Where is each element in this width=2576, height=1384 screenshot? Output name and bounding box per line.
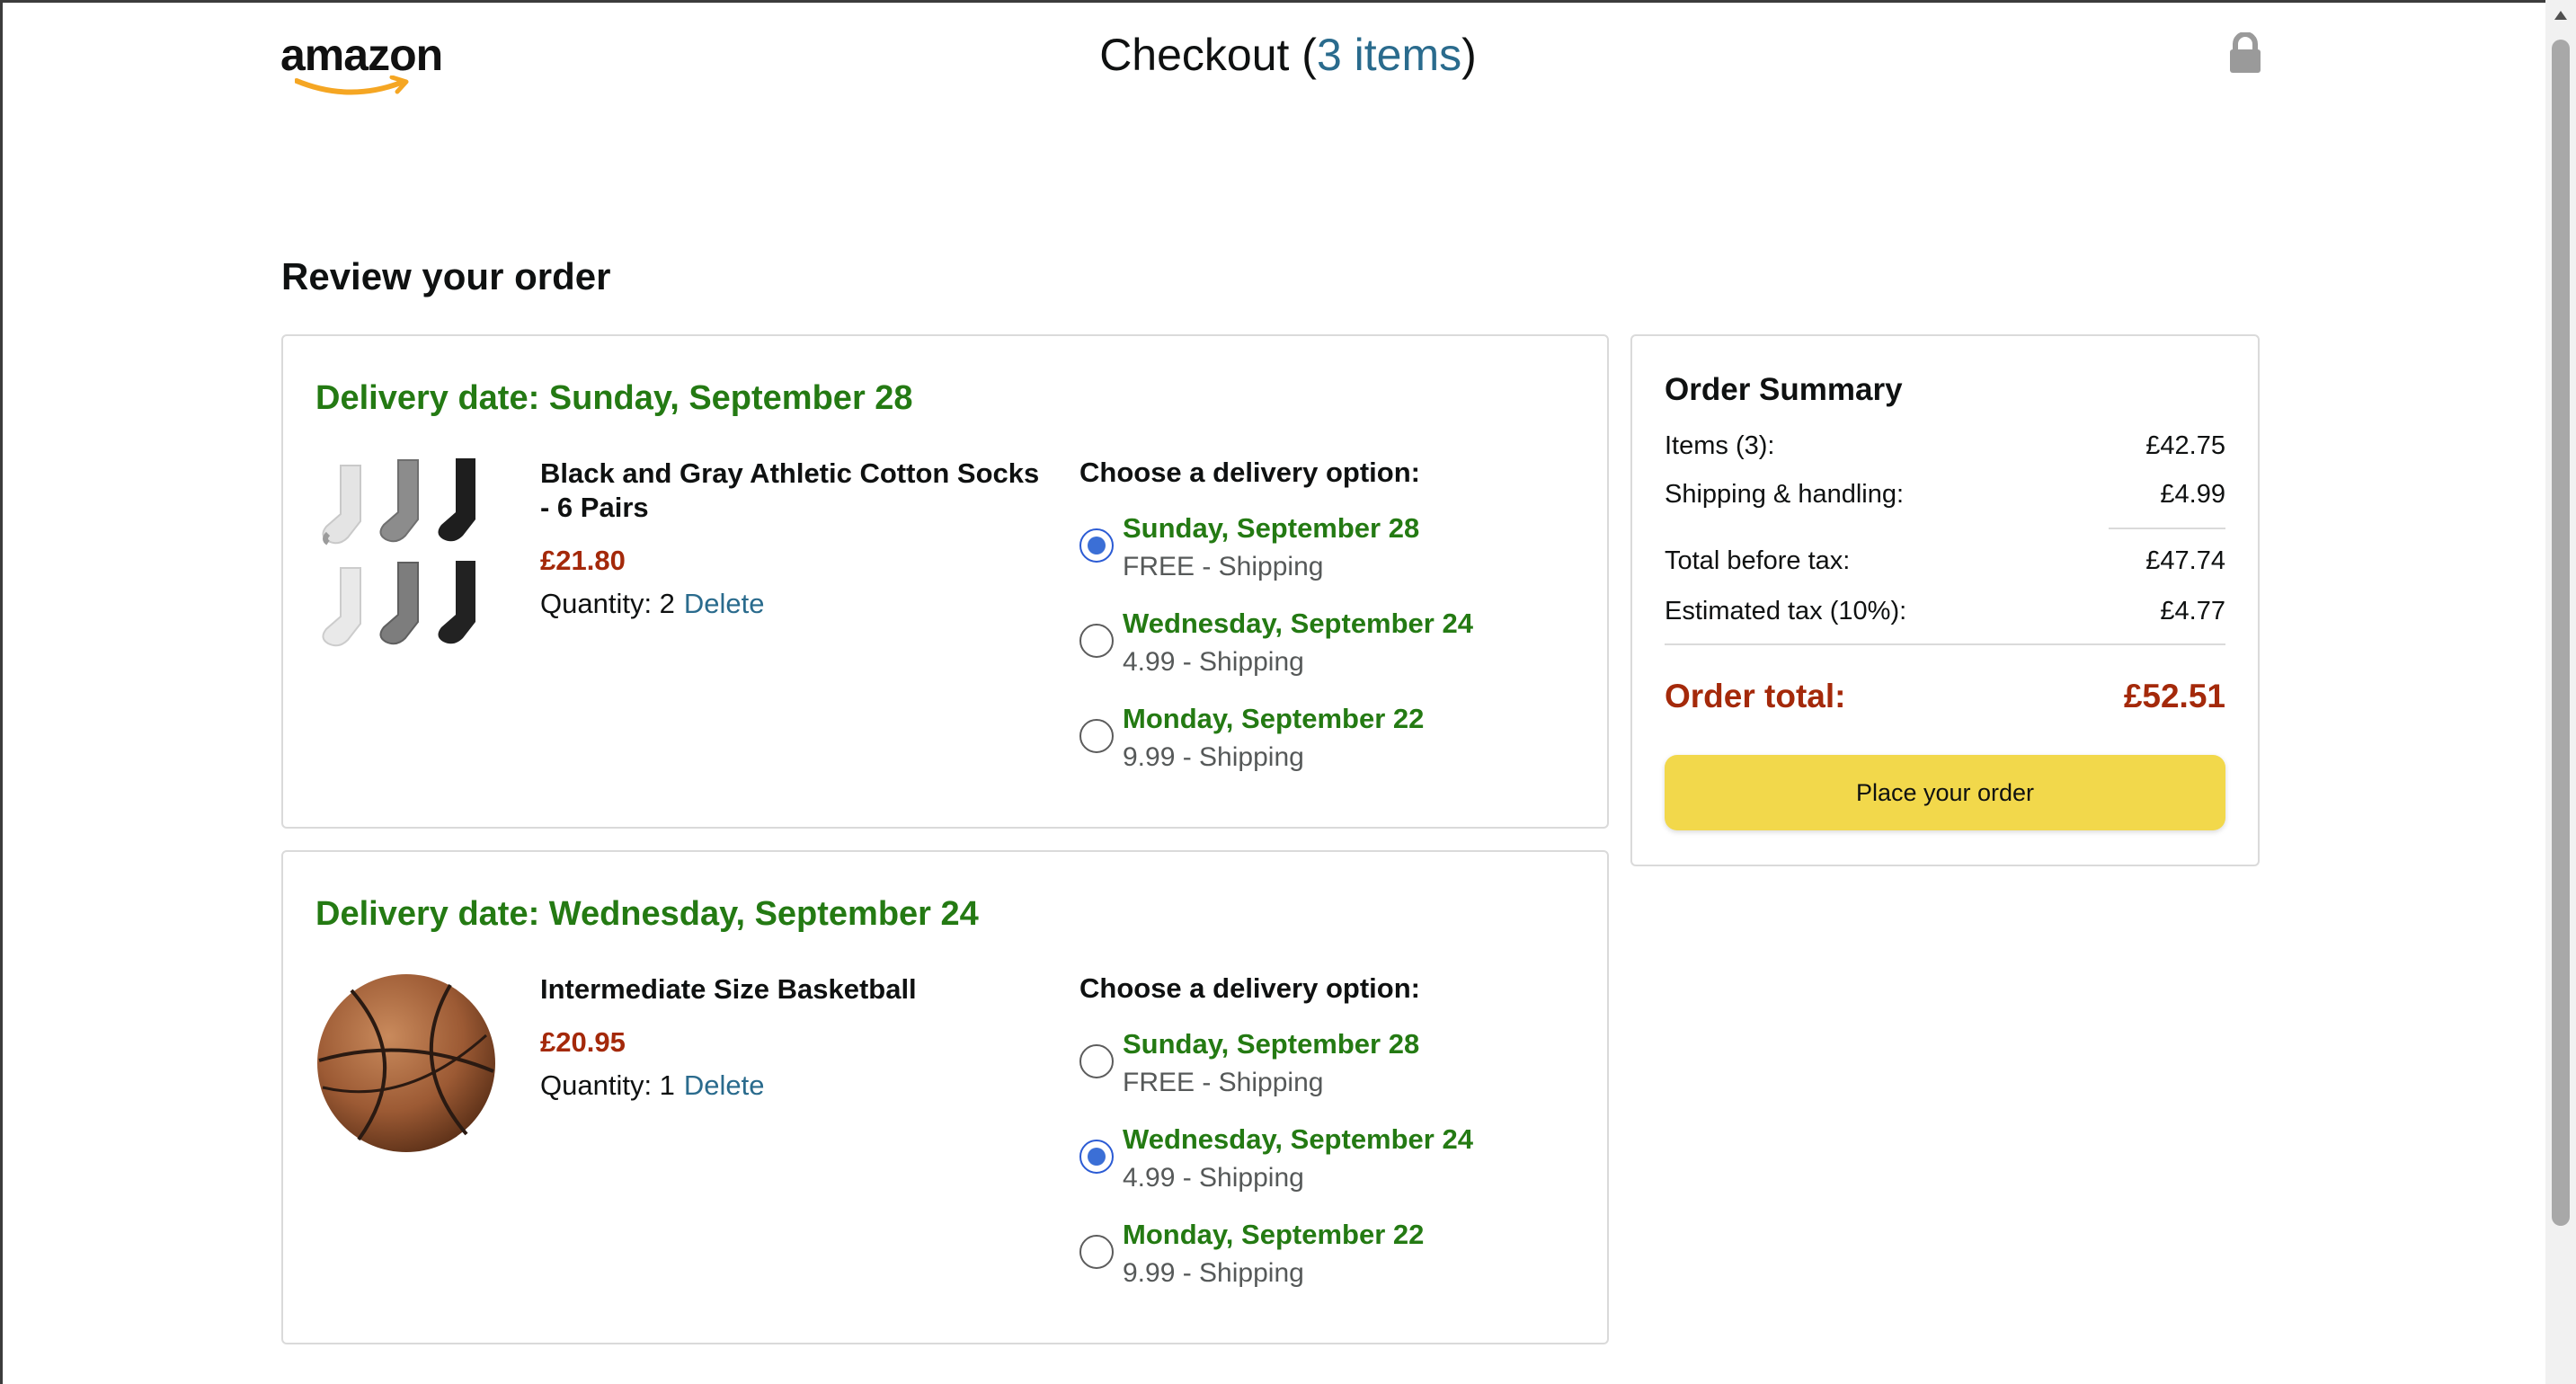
delivery-option-date: Sunday, September 28 [1123, 512, 1420, 544]
checkout-title: Checkout (3 items) [0, 29, 2576, 81]
summary-shipping-label: Shipping & handling: [1665, 480, 1905, 509]
delivery-option-shipping: FREE - Shipping [1123, 1068, 1324, 1097]
summary-divider [2109, 528, 2225, 529]
delivery-option[interactable]: Wednesday, September 24 4.99 - Shipping [1079, 608, 1529, 688]
radio-button[interactable] [1079, 1235, 1114, 1269]
product-price: £21.80 [540, 545, 626, 576]
items-count-link[interactable]: 3 items [1317, 30, 1461, 80]
summary-tax-value: £4.77 [2160, 597, 2225, 625]
delivery-option[interactable]: Sunday, September 28 FREE - Shipping [1079, 512, 1529, 593]
summary-row-before-tax: Total before tax: £47.74 [1665, 546, 2225, 576]
summary-row-items: Items (3): £42.75 [1665, 431, 2225, 461]
radio-button[interactable] [1079, 719, 1114, 753]
product-quantity: Quantity: 1 [540, 1069, 675, 1101]
summary-row-shipping: Shipping & handling: £4.99 [1665, 480, 2225, 510]
delivery-option-date: Sunday, September 28 [1123, 1028, 1420, 1060]
delivery-option-date: Wednesday, September 24 [1123, 608, 1473, 639]
lock-icon [2230, 32, 2261, 73]
summary-before-tax-label: Total before tax: [1665, 546, 1851, 575]
delete-link[interactable]: Delete [684, 1069, 765, 1101]
product-price: £20.95 [540, 1026, 626, 1058]
scroll-up-arrow-icon[interactable] [2554, 11, 2567, 20]
radio-button-selected[interactable] [1079, 528, 1114, 563]
summary-items-value: £42.75 [2145, 431, 2225, 460]
checkout-prefix: Checkout ( [1099, 30, 1317, 80]
product-name: Intermediate Size Basketball [540, 973, 917, 1005]
product-quantity-row: Quantity: 1 Delete [540, 1069, 765, 1102]
radio-button-selected[interactable] [1079, 1140, 1114, 1174]
delivery-option-shipping: FREE - Shipping [1123, 552, 1324, 581]
window-frame-left [0, 0, 3, 1384]
delivery-option[interactable]: Wednesday, September 24 4.99 - Shipping [1079, 1123, 1529, 1204]
basketball-image[interactable] [315, 972, 501, 1177]
summary-shipping-value: £4.99 [2160, 480, 2225, 509]
delivery-option[interactable]: Monday, September 22 9.99 - Shipping [1079, 1219, 1529, 1300]
delivery-date: Delivery date: Sunday, September 28 [315, 379, 913, 417]
place-order-button[interactable]: Place your order [1665, 755, 2225, 830]
order-summary-title: Order Summary [1665, 372, 1903, 407]
radio-button[interactable] [1079, 1044, 1114, 1078]
delivery-option-heading: Choose a delivery option: [1079, 457, 1420, 488]
delivery-option-date: Monday, September 22 [1123, 1219, 1425, 1250]
summary-tax-label: Estimated tax (10%): [1665, 597, 1907, 625]
checkout-suffix: ) [1461, 30, 1477, 80]
order-item-card-basketball: Delivery date: Wednesday, September 24 I… [281, 850, 1609, 1344]
summary-divider [1665, 643, 2225, 645]
summary-items-label: Items (3): [1665, 431, 1775, 460]
delivery-option-shipping: 9.99 - Shipping [1123, 742, 1304, 772]
delivery-option-shipping: 4.99 - Shipping [1123, 1163, 1304, 1193]
product-name: Black and Gray Athletic Cotton Socks - 6… [540, 457, 1040, 523]
order-total-row: Order total: £52.51 [1665, 678, 2225, 715]
order-summary-card: Order Summary Items (3): £42.75 Shipping… [1630, 334, 2260, 866]
review-order-heading: Review your order [281, 255, 611, 297]
window-frame-top [0, 0, 2576, 3]
socks-image[interactable] [315, 457, 501, 661]
delivery-option-date: Monday, September 22 [1123, 703, 1425, 734]
product-quantity-row: Quantity: 2 Delete [540, 588, 765, 620]
delivery-date: Delivery date: Wednesday, September 24 [315, 895, 979, 933]
summary-row-tax: Estimated tax (10%): £4.77 [1665, 597, 2225, 626]
order-total-value: £52.51 [2123, 678, 2225, 714]
product-quantity: Quantity: 2 [540, 588, 675, 619]
radio-button[interactable] [1079, 624, 1114, 658]
order-item-card-socks: Delivery date: Sunday, September 28 Blac… [281, 334, 1609, 829]
delete-link[interactable]: Delete [684, 588, 765, 619]
delivery-option-heading: Choose a delivery option: [1079, 972, 1420, 1004]
summary-before-tax-value: £47.74 [2145, 546, 2225, 575]
delivery-option[interactable]: Monday, September 22 9.99 - Shipping [1079, 703, 1529, 784]
vertical-scrollbar[interactable] [2545, 0, 2576, 1384]
delivery-option-shipping: 4.99 - Shipping [1123, 647, 1304, 677]
delivery-option-date: Wednesday, September 24 [1123, 1123, 1473, 1155]
scroll-thumb[interactable] [2552, 40, 2570, 1226]
delivery-option[interactable]: Sunday, September 28 FREE - Shipping [1079, 1028, 1529, 1109]
delivery-option-shipping: 9.99 - Shipping [1123, 1258, 1304, 1288]
order-total-label: Order total: [1665, 678, 1846, 714]
